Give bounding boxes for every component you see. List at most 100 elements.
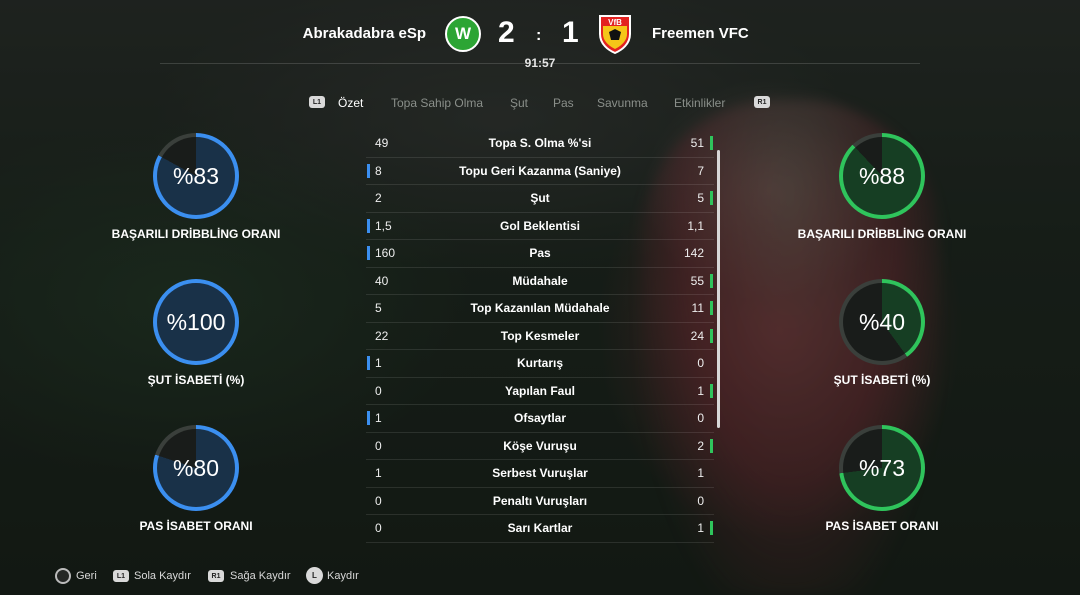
- away-crest-text: VfB: [608, 18, 622, 27]
- home-pass-accuracy-ring: %80: [153, 425, 239, 511]
- stat-name: Köşe Vuruşu: [503, 438, 577, 453]
- stats-scrollbar[interactable]: [717, 150, 720, 428]
- circle-button-icon[interactable]: [55, 568, 71, 584]
- stat-away-value: 2: [697, 438, 704, 453]
- home-shot-accuracy-value: %100: [157, 283, 235, 361]
- away-dribble-label: BAŞARILI DRİBBLİNG ORANI: [797, 227, 967, 241]
- stat-away-value: 51: [690, 136, 704, 150]
- scroll-label[interactable]: Kaydır: [327, 570, 359, 582]
- tab-ozet[interactable]: Özet: [338, 96, 363, 110]
- stat-away-value: 0: [697, 493, 704, 508]
- stat-away-value: 1: [697, 383, 704, 398]
- away-leader-bar: [710, 383, 713, 398]
- home-shot-accuracy-label: ŞUT İSABETİ (%): [147, 373, 245, 387]
- scroll-left-label[interactable]: Sola Kaydır: [134, 570, 191, 582]
- stat-away-value: 1,1: [687, 218, 704, 233]
- stat-name: Gol Beklentisi: [499, 218, 581, 233]
- left-stick-icon[interactable]: L: [306, 567, 323, 584]
- home-dribble-ring: %83: [153, 133, 239, 219]
- tab-shots[interactable]: Şut: [510, 96, 528, 110]
- stat-name: Ofsaytlar: [513, 411, 567, 425]
- home-crest-letter: W: [454, 24, 472, 43]
- away-pass-accuracy-value: %73: [843, 429, 921, 507]
- stat-name: Yapılan Faul: [504, 383, 576, 398]
- home-leader-bar: [367, 411, 370, 425]
- stat-row-expected-goals: 1,5 Gol Beklentisi 1,1: [366, 213, 714, 240]
- stat-row-penalties: 0 Penaltı Vuruşları 0: [366, 488, 714, 515]
- stat-row-offsides: 1 Ofsaytlar 0: [366, 405, 714, 433]
- tab-defending[interactable]: Savunma: [597, 96, 648, 110]
- stat-row-corners: 0 Köşe Vuruşu 2: [366, 433, 714, 460]
- home-score: 2: [498, 16, 515, 49]
- stat-name: Şut: [530, 191, 550, 205]
- home-leader-bar: [367, 163, 370, 178]
- home-team-crest-icon: W: [445, 16, 481, 52]
- away-leader-bar: [710, 521, 713, 535]
- away-shot-accuracy-value: %40: [843, 283, 921, 361]
- stat-name: Top Kazanılan Müdahale: [470, 301, 610, 315]
- stat-name: Serbest Vuruşlar: [492, 466, 588, 480]
- controls-footer: Geri L1 Sola Kaydır R1 Sağa Kaydır L Kay…: [0, 566, 1080, 586]
- tab-events[interactable]: Etkinlikler: [674, 96, 725, 110]
- r1-footer-icon[interactable]: R1: [208, 570, 224, 582]
- stat-row-passes: 160 Pas 142: [366, 240, 714, 268]
- stat-name: Sarı Kartlar: [507, 521, 573, 535]
- home-team-name: Abrakadabra eSp: [302, 25, 426, 42]
- scoreboard-header: Abrakadabra eSp W 2 : 1 VfB Freemen VFC …: [0, 0, 1080, 80]
- stat-row-free-kicks: 1 Serbest Vuruşlar 1: [366, 460, 714, 488]
- home-leader-bar: [367, 356, 370, 370]
- stat-row-shots: 2 Şut 5: [366, 185, 714, 213]
- l1-button-hint[interactable]: L1: [309, 96, 325, 108]
- away-leader-bar: [710, 273, 713, 288]
- away-team-crest-icon: VfB: [599, 15, 631, 54]
- r1-button-hint[interactable]: R1: [754, 96, 770, 108]
- stat-row-fouls: 0 Yapılan Faul 1: [366, 378, 714, 405]
- stat-away-value: 55: [690, 273, 704, 288]
- back-label[interactable]: Geri: [76, 570, 97, 582]
- stat-name: Topa S. Olma %'si: [488, 136, 592, 150]
- home-leader-bar: [367, 218, 370, 233]
- stat-name: Topu Geri Kazanma (Saniye): [459, 163, 621, 178]
- home-pass-accuracy-value: %80: [157, 429, 235, 507]
- stat-away-value: 24: [690, 328, 704, 343]
- stats-tab-bar: L1 Özet Topa Sahip Olma Şut Pas Savunma …: [0, 94, 1080, 114]
- away-score: 1: [562, 16, 579, 49]
- away-shot-accuracy-label: ŞUT İSABETİ (%): [833, 373, 931, 387]
- stat-away-value: 7: [697, 163, 704, 178]
- tab-possession[interactable]: Topa Sahip Olma: [391, 96, 483, 110]
- stat-row-recovery-time: 8 Topu Geri Kazanma (Saniye) 7: [366, 158, 714, 185]
- stat-away-value: 11: [691, 301, 704, 315]
- stat-row-yellow-cards: 0 Sarı Kartlar 1: [366, 515, 714, 543]
- home-shot-accuracy-ring: %100: [153, 279, 239, 365]
- stat-row-saves: 1 Kurtarış 0: [366, 350, 714, 378]
- away-team-name: Freemen VFC: [652, 25, 749, 42]
- home-dribble-label: BAŞARILI DRİBBLİNG ORANI: [111, 227, 281, 241]
- stat-name: Top Kesmeler: [500, 328, 580, 343]
- stat-row-tackles-won: 5 Top Kazanılan Müdahale 11: [366, 295, 714, 323]
- stat-away-value: 0: [697, 411, 704, 425]
- away-leader-bar: [710, 438, 713, 453]
- stat-away-value: 1: [697, 466, 704, 480]
- stat-name: Penaltı Vuruşları: [492, 493, 588, 508]
- stat-name: Müdahale: [512, 273, 568, 288]
- l1-footer-icon[interactable]: L1: [113, 570, 129, 582]
- away-leader-bar: [710, 136, 713, 150]
- away-leader-bar: [710, 301, 713, 315]
- stat-row-tackles: 40 Müdahale 55: [366, 268, 714, 295]
- home-dribble-value: %83: [157, 137, 235, 215]
- match-clock: 91:57: [524, 56, 556, 70]
- match-stats-table[interactable]: 49 Topa S. Olma %'si 51 8 Topu Geri Kazanma…: [366, 130, 714, 543]
- stat-away-value: 0: [697, 356, 704, 370]
- tab-passing[interactable]: Pas: [553, 96, 574, 110]
- away-leader-bar: [710, 191, 713, 205]
- home-pass-accuracy-label: PAS İSABET ORANI: [139, 519, 253, 533]
- stat-row-possession: 49 Topa S. Olma %'si 51: [366, 130, 714, 158]
- stat-away-value: 5: [697, 191, 704, 205]
- away-leader-bar: [710, 328, 713, 343]
- stat-name: Pas: [529, 246, 551, 260]
- stat-away-value: 1: [697, 521, 704, 535]
- home-leader-bar: [367, 246, 370, 260]
- stat-away-value: 142: [683, 246, 704, 260]
- away-pass-accuracy-ring: %73: [839, 425, 925, 511]
- scroll-right-label[interactable]: Sağa Kaydır: [230, 570, 291, 582]
